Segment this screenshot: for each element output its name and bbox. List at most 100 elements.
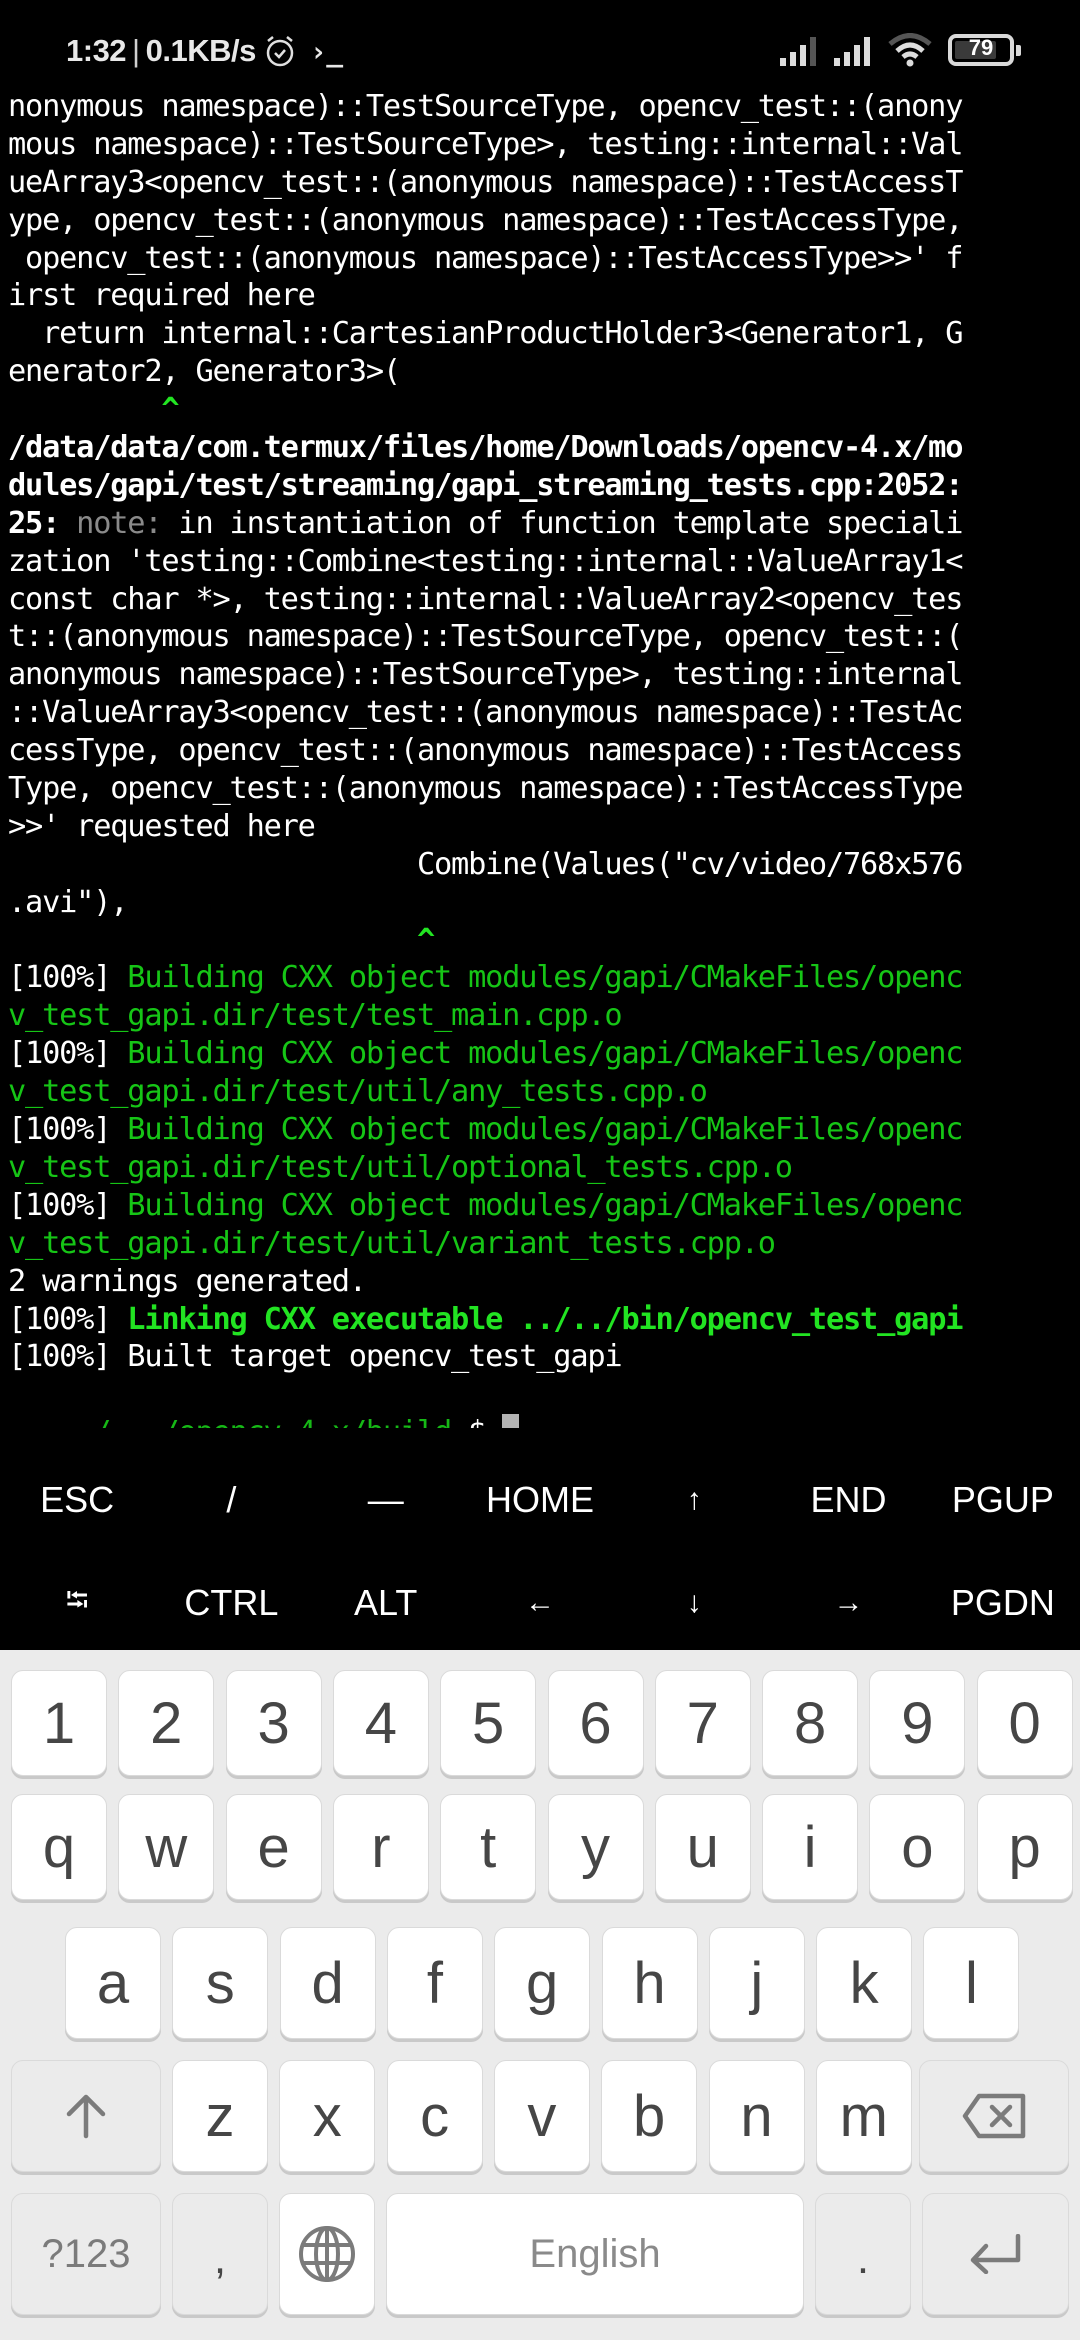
prompt-line[interactable]: ~/.../opencv-4.x/build $ [8, 1376, 1080, 1428]
key-0[interactable]: 0 [976, 1670, 1073, 1776]
terminal-text: 25: [8, 505, 77, 541]
terminal-line: const char *>, testing::internal::ValueA… [8, 581, 1080, 619]
key-label: 4 [364, 1690, 398, 1756]
key-s[interactable]: s [172, 1927, 269, 2039]
key-4[interactable]: 4 [332, 1670, 429, 1776]
key-label: c [420, 2083, 450, 2149]
key-label: q [42, 1814, 76, 1880]
key-5[interactable]: 5 [440, 1670, 537, 1776]
key-z[interactable]: z [172, 2060, 268, 2172]
key-q[interactable]: q [11, 1794, 107, 1900]
key-d[interactable]: d [279, 1927, 376, 2039]
key-p[interactable]: p [976, 1794, 1073, 1900]
shift-key[interactable] [11, 2060, 161, 2172]
key-c[interactable]: c [386, 2060, 483, 2172]
key-h[interactable]: h [601, 1927, 698, 2039]
terminal-line: zation 'testing::Combine<testing::intern… [8, 543, 1080, 581]
key-i[interactable]: i [762, 1794, 859, 1900]
key-7[interactable]: 7 [654, 1670, 751, 1776]
key-w[interactable]: w [118, 1794, 215, 1900]
key-label: e [257, 1814, 290, 1880]
terminal-text: Combine(Values("cv/video/768x576 [8, 846, 964, 882]
terminal-text: Building CXX object modules/gapi/CMakeFi… [127, 1187, 963, 1223]
extra-key-arrow-down[interactable]: ↓ [617, 1553, 771, 1653]
network-speed: 0.1KB/s [145, 33, 257, 68]
key-label: 3 [257, 1690, 290, 1756]
terminal-line: cessType, opencv_test::(anonymous namesp… [8, 732, 1080, 770]
terminal-lines: nonymous namespace)::TestSourceType, ope… [8, 88, 1080, 1376]
key-label: 9 [901, 1690, 934, 1756]
key-2[interactable]: 2 [118, 1670, 215, 1776]
extra-key-slash[interactable]: / [154, 1450, 308, 1550]
terminal-text: ype, opencv_test::(anonymous namespace):… [8, 202, 963, 238]
key-1[interactable]: 1 [11, 1670, 107, 1776]
period-key[interactable]: . [815, 2193, 911, 2315]
status-separator: | [132, 33, 140, 68]
key-x[interactable]: x [279, 2060, 376, 2172]
comma-key[interactable]: , [172, 2193, 268, 2315]
key-b[interactable]: b [601, 2060, 698, 2172]
key-j[interactable]: j [708, 1927, 805, 2039]
key-t[interactable]: t [440, 1794, 537, 1900]
space-key[interactable]: English [386, 2193, 804, 2315]
extra-key-home[interactable]: HOME [463, 1450, 617, 1550]
extra-key-arrow-right[interactable]: → [771, 1553, 925, 1653]
key-m[interactable]: m [815, 2060, 912, 2172]
key-label: x [312, 2083, 342, 2149]
extra-key-pgup[interactable]: PGUP [926, 1450, 1080, 1550]
terminal-line: return internal::CartesianProductHolder3… [8, 315, 1080, 353]
key-l[interactable]: l [923, 1927, 1020, 2039]
terminal-text: .avi"), [8, 884, 128, 920]
key-n[interactable]: n [708, 2060, 805, 2172]
terminal-text: Building CXX object modules/gapi/CMakeFi… [127, 1036, 963, 1072]
key-8[interactable]: 8 [762, 1670, 859, 1776]
terminal-line: [100%] Building CXX object modules/gapi/… [8, 1035, 1080, 1073]
terminal-cursor [502, 1414, 520, 1428]
extra-key-pgdn[interactable]: PGDN [926, 1553, 1080, 1653]
extra-key-arrow-up[interactable]: ↑ [617, 1450, 771, 1550]
enter-key[interactable] [922, 2193, 1069, 2315]
key-label: b [633, 2083, 666, 2149]
terminal-text: mous namespace)::TestSourceType>, testin… [8, 126, 963, 162]
extra-key-esc[interactable]: ESC [0, 1450, 154, 1550]
terminal-text: nonymous namespace)::TestSourceType, ope… [8, 89, 963, 124]
key-label: i [803, 1814, 817, 1880]
extra-key-ctrl[interactable]: CTRL [154, 1553, 308, 1653]
key-9[interactable]: 9 [869, 1670, 966, 1776]
key-label: u [686, 1814, 719, 1880]
extra-key-tab[interactable]: ⭾ [0, 1553, 154, 1653]
extra-key-alt[interactable]: ALT [309, 1553, 463, 1653]
terminal-text: enerator2, Generator3>( [8, 354, 401, 390]
key-o[interactable]: o [869, 1794, 966, 1900]
key-3[interactable]: 3 [225, 1670, 322, 1776]
terminal-line: [100%] Built target opencv_test_gapi [8, 1338, 1080, 1376]
key-y[interactable]: y [547, 1794, 644, 1900]
key-f[interactable]: f [386, 1927, 483, 2039]
backspace-key[interactable] [919, 2060, 1069, 2172]
key-g[interactable]: g [494, 1927, 591, 2039]
extra-key-dash[interactable]: — [309, 1450, 463, 1550]
terminal-text: const char *>, testing::internal::ValueA… [8, 581, 963, 617]
key-u[interactable]: u [654, 1794, 751, 1900]
extra-key-end[interactable]: END [771, 1450, 925, 1550]
status-bar: 1:32 | 0.1KB/s ›_ 79 [0, 0, 1080, 90]
key-r[interactable]: r [332, 1794, 429, 1900]
key-6[interactable]: 6 [547, 1670, 644, 1776]
symbols-key-label: ?123 [41, 2231, 131, 2276]
terminal-line: irst required here [8, 277, 1080, 315]
terminal-text: [100%] [8, 1036, 128, 1072]
key-k[interactable]: k [816, 1927, 913, 2039]
extra-key-arrow-left[interactable]: ← [463, 1553, 617, 1653]
terminal-output[interactable]: nonymous namespace)::TestSourceType, ope… [0, 88, 1080, 1428]
key-e[interactable]: e [225, 1794, 322, 1900]
terminal-text: Building CXX object modules/gapi/CMakeFi… [127, 960, 963, 996]
key-v[interactable]: v [493, 2060, 590, 2172]
terminal-text: Building CXX object modules/gapi/CMakeFi… [127, 1112, 963, 1148]
key-a[interactable]: a [65, 1927, 161, 2039]
language-key[interactable] [279, 2193, 375, 2315]
terminal-text: opencv_test::(anonymous namespace)::Test… [8, 240, 963, 276]
extra-keys-row-1: ESC / — HOME ↑ END PGUP [0, 1450, 1080, 1550]
terminal-text: [100%] [8, 1112, 128, 1148]
symbols-key[interactable]: ?123 [11, 2193, 161, 2315]
period-key-label: . [856, 2234, 870, 2283]
